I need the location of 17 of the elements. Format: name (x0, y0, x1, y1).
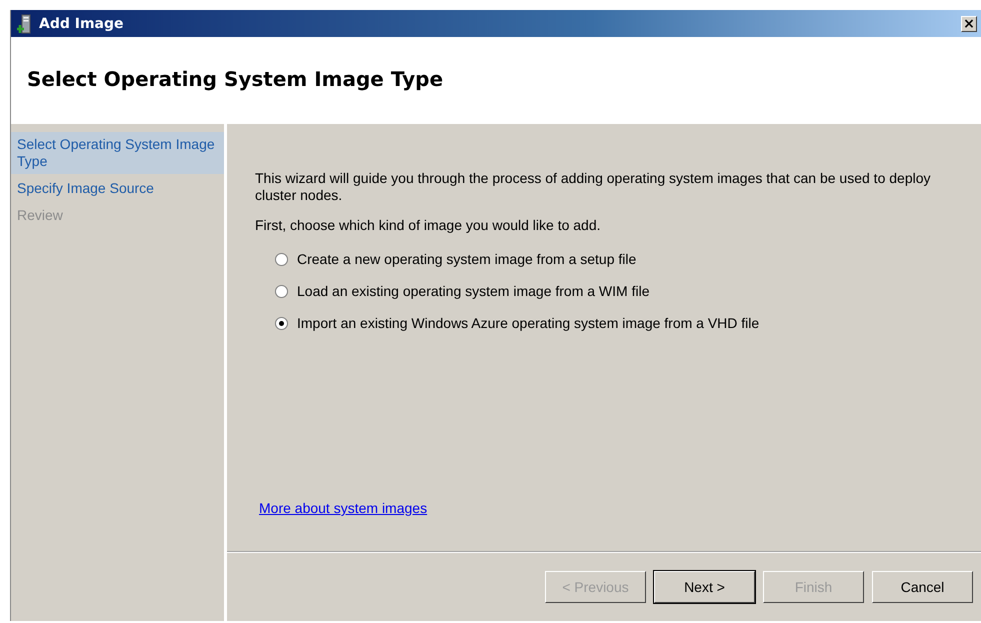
radio-option[interactable]: Import an existing Windows Azure operating system image from a VHD file (275, 315, 941, 331)
intro-text: This wizard will guide you through the process of adding operating system images that can be used to deploy cluster nodes. (255, 170, 932, 204)
sidebar-item[interactable]: Select Operating System Image Type (11, 132, 224, 174)
server-icon (17, 14, 33, 34)
option-label: Import an existing Windows Azure operating system image from a VHD file (297, 315, 760, 331)
wizard-button[interactable]: Next > (654, 571, 755, 603)
sidebar-item[interactable]: Specify Image Source (11, 176, 224, 201)
close-button[interactable]: × (961, 16, 977, 32)
radio-option[interactable]: Load an existing operating system image from a WIM file (275, 283, 941, 299)
option-label: Create a new operating system image from a setup file (297, 251, 636, 267)
wizard-button[interactable]: Cancel (872, 571, 973, 603)
prompt-text: First, choose which kind of image you would like to add. (255, 217, 602, 234)
radio-option[interactable]: Create a new operating system image from a setup file (275, 251, 941, 267)
help-link[interactable]: More about system images (259, 500, 428, 516)
window-title: Add Image (39, 16, 125, 32)
page-heading: Select Operating System Image Type (27, 66, 444, 92)
option-label: Load an existing operating system image from a WIM file (297, 283, 650, 299)
